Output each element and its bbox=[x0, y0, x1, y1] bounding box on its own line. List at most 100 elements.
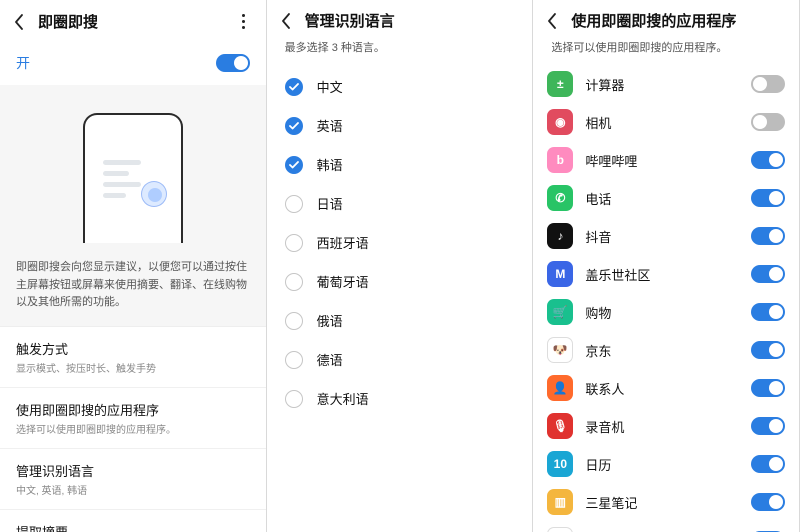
app-toggle[interactable] bbox=[751, 455, 785, 473]
language-item[interactable]: 意大利语 bbox=[277, 379, 523, 418]
language-label: 俄语 bbox=[317, 311, 343, 330]
app-toggle[interactable] bbox=[751, 493, 785, 511]
app-toggle[interactable] bbox=[751, 113, 785, 131]
check-circle-unchecked-icon[interactable] bbox=[285, 234, 303, 252]
master-switch-toggle[interactable] bbox=[216, 54, 250, 72]
settings-item-sub: 中文, 英语, 韩语 bbox=[16, 482, 250, 497]
app-item: ✆电话 bbox=[545, 179, 787, 217]
header: 管理识别语言 bbox=[267, 0, 533, 39]
app-toggle[interactable] bbox=[751, 227, 785, 245]
app-icon: ▥ bbox=[547, 489, 573, 515]
language-item[interactable]: 英语 bbox=[277, 106, 523, 145]
settings-item-languages[interactable]: 管理识别语言 中文, 英语, 韩语 bbox=[0, 449, 266, 510]
panel-languages: 管理识别语言 最多选择 3 种语言。 中文英语韩语日语西班牙语葡萄牙语俄语德语意… bbox=[267, 0, 534, 532]
app-item: ◉相机 bbox=[545, 103, 787, 141]
app-toggle[interactable] bbox=[751, 341, 785, 359]
feature-description: 即圈即搜会向您显示建议，以便您可以通过按住主屏幕按钮或屏幕来使用摘要、翻译、在线… bbox=[0, 255, 266, 326]
page-title: 使用即圈即搜的应用程序 bbox=[571, 10, 787, 31]
app-icon: 10 bbox=[547, 451, 573, 477]
app-label: 哔哩哔哩 bbox=[585, 151, 739, 170]
app-icon: 🛒 bbox=[547, 299, 573, 325]
settings-item-sub: 选择可以使用即圈即搜的应用程序。 bbox=[16, 421, 250, 436]
app-icon: ± bbox=[547, 71, 573, 97]
settings-item-sub: 显示模式、按压时长、触发手势 bbox=[16, 360, 250, 375]
settings-item-summary[interactable]: 提取摘要 bbox=[0, 510, 266, 532]
app-item: 🐶 京东 bbox=[545, 331, 787, 369]
app-label: 录音机 bbox=[585, 417, 739, 436]
app-label: 抖音 bbox=[585, 227, 739, 246]
more-menu-icon[interactable] bbox=[234, 10, 254, 33]
app-icon: b bbox=[547, 147, 573, 173]
app-toggle[interactable] bbox=[751, 265, 785, 283]
app-label: 三星笔记 bbox=[585, 493, 739, 512]
app-item: ✦三星畅联 bbox=[545, 521, 787, 532]
app-toggle[interactable] bbox=[751, 151, 785, 169]
apps-note: 选择可以使用即圈即搜的应用程序。 bbox=[533, 39, 799, 63]
language-label: 西班牙语 bbox=[317, 233, 369, 252]
settings-list: 触发方式 显示模式、按压时长、触发手势 使用即圈即搜的应用程序 选择可以使用即圈… bbox=[0, 326, 266, 532]
app-list: ±计算器◉相机b哔哩哔哩✆电话♪抖音M盖乐世社区🛒购物🐶京东👤联系人🎙录音机10… bbox=[533, 63, 799, 532]
check-circle-unchecked-icon[interactable] bbox=[285, 195, 303, 213]
app-toggle[interactable] bbox=[751, 379, 785, 397]
language-limit-note: 最多选择 3 种语言。 bbox=[267, 39, 533, 63]
check-circle-unchecked-icon[interactable] bbox=[285, 273, 303, 291]
master-switch-row[interactable]: 开 bbox=[0, 41, 266, 93]
language-list: 中文英语韩语日语西班牙语葡萄牙语俄语德语意大利语 bbox=[267, 63, 533, 422]
header: 即圈即搜 bbox=[0, 0, 266, 41]
panel-main-settings: 即圈即搜 开 即圈即搜会向您显示建议，以便您可以通过按住主屏幕按钮或屏幕来使用摘… bbox=[0, 0, 267, 532]
settings-item-title: 使用即圈即搜的应用程序 bbox=[16, 400, 250, 419]
app-item: 10 日历 bbox=[545, 445, 787, 483]
app-icon: ✆ bbox=[547, 185, 573, 211]
app-item: 🛒购物 bbox=[545, 293, 787, 331]
language-item[interactable]: 葡萄牙语 bbox=[277, 262, 523, 301]
app-item: M盖乐世社区 bbox=[545, 255, 787, 293]
page-title: 即圈即搜 bbox=[38, 11, 224, 32]
check-circle-checked-icon[interactable] bbox=[285, 78, 303, 96]
app-toggle[interactable] bbox=[751, 303, 785, 321]
app-toggle[interactable] bbox=[751, 75, 785, 93]
app-label: 京东 bbox=[585, 341, 739, 360]
settings-item-trigger[interactable]: 触发方式 显示模式、按压时长、触发手势 bbox=[0, 327, 266, 388]
settings-item-title: 提取摘要 bbox=[16, 522, 250, 532]
language-label: 中文 bbox=[317, 77, 343, 96]
check-circle-checked-icon[interactable] bbox=[285, 156, 303, 174]
language-item[interactable]: 西班牙语 bbox=[277, 223, 523, 262]
settings-item-title: 管理识别语言 bbox=[16, 461, 250, 480]
language-label: 意大利语 bbox=[317, 389, 369, 408]
app-icon: ✦ bbox=[547, 527, 573, 532]
settings-item-title: 触发方式 bbox=[16, 339, 250, 358]
app-toggle[interactable] bbox=[751, 189, 785, 207]
language-item[interactable]: 韩语 bbox=[277, 145, 523, 184]
app-icon: 👤 bbox=[547, 375, 573, 401]
page-title: 管理识别语言 bbox=[305, 10, 521, 31]
language-item[interactable]: 日语 bbox=[277, 184, 523, 223]
panel1-body: 开 即圈即搜会向您显示建议，以便您可以通过按住主屏幕按钮或屏幕来使用摘要、翻译、… bbox=[0, 41, 266, 532]
language-item[interactable]: 俄语 bbox=[277, 301, 523, 340]
language-label: 英语 bbox=[317, 116, 343, 135]
app-item: 👤 联系人 bbox=[545, 369, 787, 407]
language-item[interactable]: 中文 bbox=[277, 67, 523, 106]
back-icon[interactable] bbox=[543, 12, 561, 30]
app-icon: 🎙 bbox=[547, 413, 573, 439]
back-icon[interactable] bbox=[10, 13, 28, 31]
app-label: 日历 bbox=[585, 455, 739, 474]
language-item[interactable]: 德语 bbox=[277, 340, 523, 379]
check-circle-checked-icon[interactable] bbox=[285, 117, 303, 135]
language-label: 韩语 bbox=[317, 155, 343, 174]
app-item: b 哔哩哔哩 bbox=[545, 141, 787, 179]
check-circle-unchecked-icon[interactable] bbox=[285, 390, 303, 408]
app-label: 联系人 bbox=[585, 379, 739, 398]
app-toggle[interactable] bbox=[751, 417, 785, 435]
settings-item-apps[interactable]: 使用即圈即搜的应用程序 选择可以使用即圈即搜的应用程序。 bbox=[0, 388, 266, 449]
app-item: ▥ 三星笔记 bbox=[545, 483, 787, 521]
app-icon: 🐶 bbox=[547, 337, 573, 363]
back-icon[interactable] bbox=[277, 12, 295, 30]
check-circle-unchecked-icon[interactable] bbox=[285, 312, 303, 330]
language-label: 日语 bbox=[317, 194, 343, 213]
header: 使用即圈即搜的应用程序 bbox=[533, 0, 799, 39]
app-label: 盖乐世社区 bbox=[585, 265, 739, 284]
language-label: 德语 bbox=[317, 350, 343, 369]
panel-apps: 使用即圈即搜的应用程序 选择可以使用即圈即搜的应用程序。 ±计算器◉相机b哔哩哔… bbox=[533, 0, 800, 532]
check-circle-unchecked-icon[interactable] bbox=[285, 351, 303, 369]
illustration bbox=[0, 93, 266, 255]
